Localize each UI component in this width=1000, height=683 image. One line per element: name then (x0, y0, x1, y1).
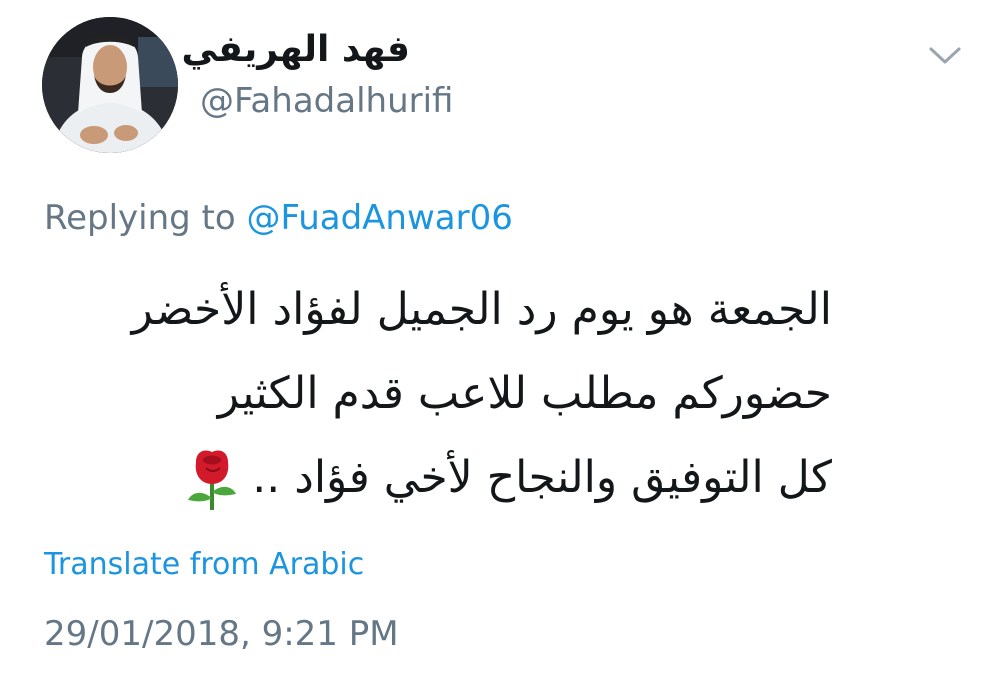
rose-emoji (182, 448, 242, 512)
avatar[interactable] (42, 17, 178, 153)
author-handle[interactable]: @Fahadalhurifi (200, 80, 453, 122)
translate-link[interactable]: Translate from Arabic (44, 546, 364, 584)
chevron-down-icon[interactable] (925, 40, 965, 70)
tweet-timestamp[interactable]: 29/01/2018, 9:21 PM (44, 612, 399, 656)
replying-to-mention[interactable]: @FuadAnwar06 (247, 198, 513, 238)
author-display-name[interactable]: فهد الهريفي (181, 28, 410, 72)
author-photo (42, 17, 178, 153)
replying-to-line: Replying to @FuadAnwar06 (44, 196, 513, 240)
tweet-text-line: حضوركم مطلب للاعب قدم الكثير (217, 368, 832, 419)
tweet-text-line-content: كل التوفيق والنجاح لأخي فؤاد .. (252, 452, 832, 503)
tweet-text-line-last: كل التوفيق والنجاح لأخي فؤاد .. (44, 436, 832, 520)
tweet-text: الجمعة هو يوم رد الجميل لفؤاد الأخضر حضو… (44, 268, 832, 520)
tweet-text-line: الجمعة هو يوم رد الجميل لفؤاد الأخضر (131, 284, 832, 335)
replying-to-label: Replying to (44, 198, 247, 238)
